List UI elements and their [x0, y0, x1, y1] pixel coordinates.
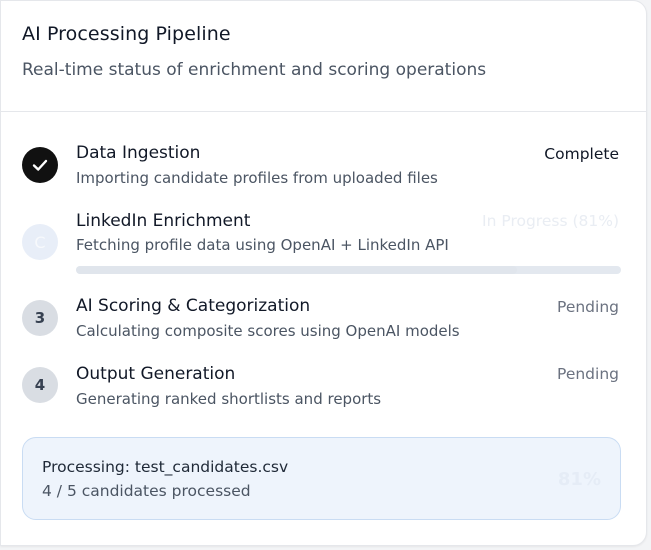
processing-count-label: 4 / 5 candidates processed — [42, 482, 251, 500]
processing-file-label: Processing: test_candidates.csv — [42, 458, 289, 476]
progress-bar-fill — [76, 266, 518, 274]
step-description: Generating ranked shortlists and reports — [76, 390, 382, 408]
page-title: AI Processing Pipeline — [22, 23, 231, 45]
progress-indicator-icon: C — [22, 224, 58, 260]
status-badge: Pending — [557, 365, 619, 383]
step-number: 3 — [22, 300, 58, 336]
step-description: Fetching profile data using OpenAI + Lin… — [76, 236, 449, 254]
status-badge: Complete — [544, 145, 619, 163]
card-header: AI Processing Pipeline Real-time status … — [1, 1, 646, 112]
step-number: 4 — [22, 367, 58, 403]
check-icon — [22, 147, 58, 183]
processing-status-box: Processing: test_candidates.csv 4 / 5 ca… — [22, 437, 621, 520]
page-subtitle: Real-time status of enrichment and scori… — [22, 60, 487, 80]
step-title: LinkedIn Enrichment — [76, 211, 251, 231]
pipeline-card: AI Processing Pipeline Real-time status … — [0, 0, 647, 546]
step-title: Output Generation — [76, 364, 236, 384]
step-title: AI Scoring & Categorization — [76, 296, 311, 316]
step-description: Importing candidate profiles from upload… — [76, 169, 438, 187]
status-badge: In Progress (81%) — [482, 212, 619, 230]
status-badge: Pending — [557, 298, 619, 316]
progress-bar — [76, 266, 621, 274]
processing-percent: 81% — [557, 469, 601, 490]
step-description: Calculating composite scores using OpenA… — [76, 322, 460, 340]
step-title: Data Ingestion — [76, 143, 201, 163]
